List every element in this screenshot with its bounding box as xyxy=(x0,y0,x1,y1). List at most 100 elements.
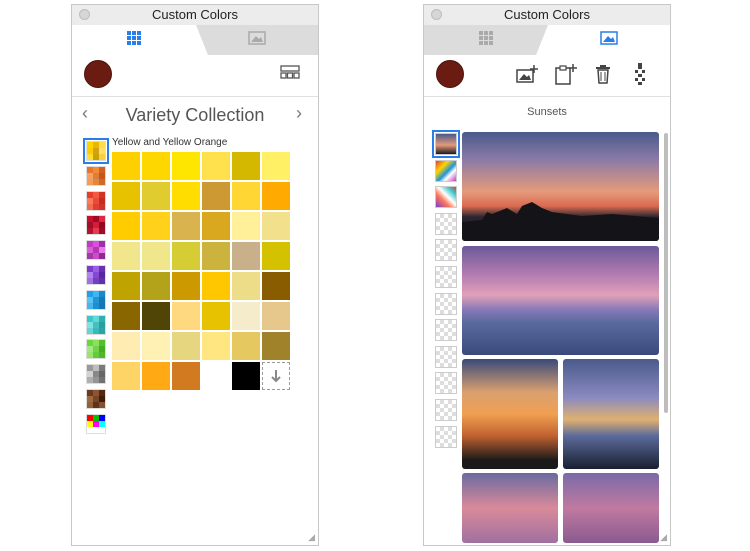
color-swatch[interactable] xyxy=(142,152,170,180)
color-swatch[interactable] xyxy=(112,362,140,390)
palette-thumb[interactable] xyxy=(86,240,106,261)
palette-thumb[interactable] xyxy=(86,314,106,335)
color-swatch[interactable] xyxy=(202,152,230,180)
resize-grip[interactable]: ◢ xyxy=(660,532,667,543)
color-swatch[interactable] xyxy=(262,242,290,270)
color-swatch[interactable] xyxy=(142,212,170,240)
empty-image-slot[interactable] xyxy=(435,212,457,235)
color-swatch[interactable] xyxy=(232,362,260,390)
color-swatch[interactable] xyxy=(142,332,170,360)
empty-image-slot[interactable] xyxy=(435,319,457,342)
color-swatch[interactable] xyxy=(262,302,290,330)
palette-thumb[interactable] xyxy=(86,165,106,186)
empty-image-slot[interactable] xyxy=(435,345,457,368)
color-swatch[interactable] xyxy=(202,212,230,240)
empty-image-slot[interactable] xyxy=(435,398,457,421)
color-swatch[interactable] xyxy=(202,332,230,360)
palette-thumb[interactable] xyxy=(86,388,106,409)
image-thumb[interactable] xyxy=(435,159,457,182)
sunset-photo-6[interactable] xyxy=(563,473,659,543)
color-swatch[interactable] xyxy=(262,212,290,240)
color-swatch[interactable] xyxy=(112,182,140,210)
color-swatch[interactable] xyxy=(232,212,260,240)
empty-swatch[interactable] xyxy=(202,362,230,390)
tab-images[interactable] xyxy=(196,25,318,55)
trash-icon[interactable] xyxy=(590,61,616,87)
palette-thumb[interactable] xyxy=(86,264,106,285)
color-swatch[interactable] xyxy=(172,302,200,330)
color-swatch[interactable] xyxy=(232,152,260,180)
empty-image-slot[interactable] xyxy=(435,265,457,288)
color-swatch[interactable] xyxy=(202,182,230,210)
image-thumb-sunsets[interactable] xyxy=(432,130,460,158)
empty-image-slot[interactable] xyxy=(435,372,457,395)
color-swatch[interactable] xyxy=(142,272,170,300)
current-color-swatch[interactable] xyxy=(436,60,464,88)
color-swatch[interactable] xyxy=(112,242,140,270)
eyedropper-icon[interactable] xyxy=(627,61,653,87)
tab-images[interactable] xyxy=(548,25,670,55)
color-swatch[interactable] xyxy=(142,302,170,330)
palette-thumb[interactable] xyxy=(86,413,106,434)
next-collection-button[interactable]: › xyxy=(296,103,302,124)
color-swatch[interactable] xyxy=(232,182,260,210)
close-button[interactable] xyxy=(79,9,90,20)
scrollbar[interactable] xyxy=(664,133,668,413)
color-swatch[interactable] xyxy=(172,362,200,390)
color-swatch[interactable] xyxy=(142,362,170,390)
color-swatch[interactable] xyxy=(112,212,140,240)
color-swatch[interactable] xyxy=(232,302,260,330)
add-image-icon[interactable] xyxy=(514,61,540,87)
color-swatch[interactable] xyxy=(262,272,290,300)
palette-thumb-cell xyxy=(99,401,105,408)
sunset-photo-3[interactable] xyxy=(462,359,558,469)
empty-image-slot[interactable] xyxy=(435,425,457,448)
palette-thumb[interactable] xyxy=(86,215,106,236)
color-swatch[interactable] xyxy=(232,272,260,300)
palette-thumb[interactable] xyxy=(86,190,106,211)
palette-thumb[interactable] xyxy=(86,289,106,310)
sunset-photo-1[interactable] xyxy=(462,132,659,241)
color-swatch[interactable] xyxy=(142,242,170,270)
color-swatch[interactable] xyxy=(112,332,140,360)
color-swatch[interactable] xyxy=(172,242,200,270)
tab-swatches[interactable] xyxy=(424,25,548,55)
palette-thumb-cell xyxy=(99,302,105,309)
sunset-photo-5[interactable] xyxy=(462,473,558,543)
palette-thumb[interactable] xyxy=(86,339,106,360)
layout-options-icon[interactable] xyxy=(280,65,300,84)
color-swatch[interactable] xyxy=(262,152,290,180)
color-swatch[interactable] xyxy=(262,332,290,360)
color-swatch[interactable] xyxy=(202,242,230,270)
resize-grip[interactable]: ◢ xyxy=(308,532,315,543)
color-swatch[interactable] xyxy=(232,242,260,270)
sunset-photo-2[interactable] xyxy=(462,246,659,355)
image-icon xyxy=(248,30,266,50)
color-swatch[interactable] xyxy=(172,152,200,180)
color-swatch[interactable] xyxy=(262,182,290,210)
tab-swatches[interactable] xyxy=(72,25,196,55)
image-thumb[interactable] xyxy=(435,186,457,209)
current-color-swatch[interactable] xyxy=(84,60,112,88)
album-title: Sunsets xyxy=(527,106,567,118)
color-swatch[interactable] xyxy=(172,332,200,360)
color-swatch[interactable] xyxy=(112,272,140,300)
color-swatch[interactable] xyxy=(172,182,200,210)
color-swatch[interactable] xyxy=(112,152,140,180)
color-swatch[interactable] xyxy=(172,212,200,240)
download-swatch-button[interactable] xyxy=(262,362,290,390)
color-swatch[interactable] xyxy=(172,272,200,300)
empty-image-slot[interactable] xyxy=(435,292,457,315)
color-swatch[interactable] xyxy=(112,302,140,330)
color-swatch[interactable] xyxy=(232,332,260,360)
palette-thumb[interactable] xyxy=(83,138,109,164)
paste-image-icon[interactable] xyxy=(552,61,578,87)
divider xyxy=(424,96,670,97)
sunset-photo-4[interactable] xyxy=(563,359,659,469)
color-swatch[interactable] xyxy=(202,302,230,330)
palette-thumb[interactable] xyxy=(86,364,106,385)
color-swatch[interactable] xyxy=(202,272,230,300)
color-swatch[interactable] xyxy=(142,182,170,210)
empty-image-slot[interactable] xyxy=(435,239,457,262)
close-button[interactable] xyxy=(431,9,442,20)
